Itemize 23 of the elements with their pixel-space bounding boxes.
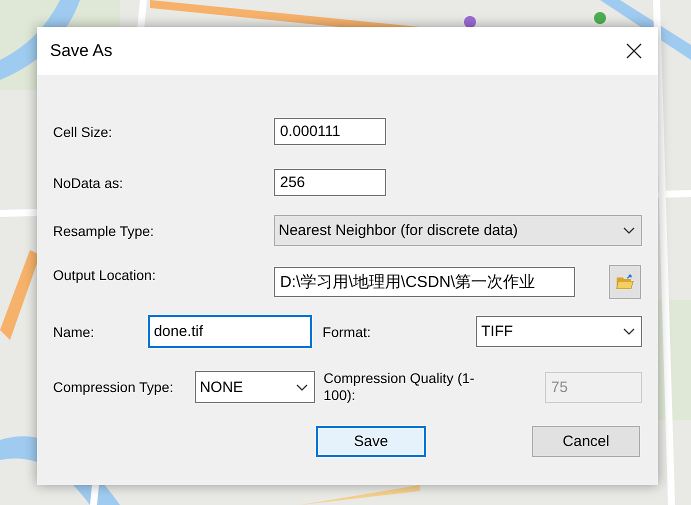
field-label: Name:: [53, 324, 96, 340]
dialog-title: Save As: [50, 41, 112, 61]
chevron-icon: [623, 227, 635, 234]
input-field[interactable]: 256: [274, 169, 386, 196]
input-field[interactable]: 0.000111: [274, 118, 386, 145]
field-label: Compression Type:: [53, 379, 174, 395]
input-field: 75: [545, 372, 642, 402]
field-label: NoData as:: [53, 174, 124, 190]
save-button[interactable]: Save: [316, 426, 426, 457]
resample-dropdown[interactable]: Nearest Neighbor (for discrete data): [274, 215, 642, 246]
field-label: Resample Type:: [53, 222, 155, 238]
cancel-button[interactable]: Cancel: [532, 426, 640, 457]
input-field[interactable]: done.tif: [148, 315, 312, 348]
field-label: Output Location:: [53, 267, 157, 283]
format-dropdown[interactable]: TIFF: [476, 316, 642, 347]
chevron-icon: [622, 328, 635, 335]
chevron-icon: [296, 384, 308, 390]
close-icon[interactable]: [624, 41, 644, 61]
input-field[interactable]: D:\学习用\地理用\CSDN\第一次作业: [274, 267, 575, 297]
compression-dropdown[interactable]: NONE: [194, 371, 314, 403]
field-label: Cell Size:: [53, 124, 114, 140]
field-label: Compression Quality (1-100):: [324, 370, 476, 404]
field-label: Format:: [322, 324, 372, 340]
